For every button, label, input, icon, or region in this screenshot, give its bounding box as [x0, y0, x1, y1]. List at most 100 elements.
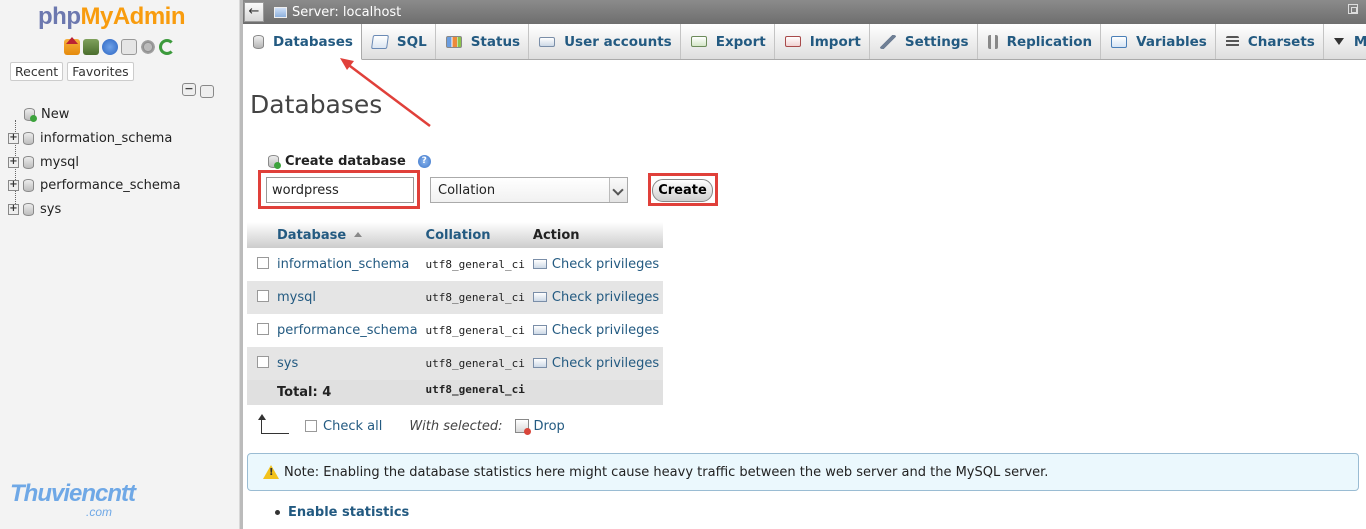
collation-value: utf8_general_ci	[425, 258, 525, 271]
watermark-domain: .com	[86, 505, 113, 519]
server-breadcrumb-bar: ← Server: localhost	[243, 0, 1366, 24]
tab-variables[interactable]: Variables	[1101, 24, 1216, 59]
database-link[interactable]: mysql	[277, 290, 316, 305]
help-icon[interactable]	[102, 39, 118, 55]
tab-export[interactable]: Export	[681, 24, 775, 59]
table-total-row: Total: 4 utf8_general_ci	[247, 380, 664, 405]
collation-value: utf8_general_ci	[425, 291, 525, 304]
maximize-icon[interactable]	[1348, 4, 1358, 14]
enable-statistics-link[interactable]: Enable statistics	[275, 505, 409, 520]
total-collation: utf8_general_ci	[425, 383, 525, 396]
check-privileges-link[interactable]: Check privileges	[532, 356, 659, 371]
users-icon	[539, 36, 556, 47]
total-count: Total: 4	[273, 380, 422, 405]
navigation-panel: phpMyAdmin Recent Favorites − New + info…	[0, 0, 240, 529]
row-checkbox[interactable]	[257, 355, 269, 368]
tab-settings[interactable]: Settings	[870, 24, 978, 59]
import-icon	[784, 36, 801, 47]
export-icon	[690, 36, 707, 47]
watermark: Thuviencntt	[10, 480, 136, 507]
row-checkbox[interactable]	[257, 256, 269, 269]
database-icon	[253, 34, 264, 49]
recent-favorites-tabs: Recent Favorites	[10, 62, 134, 81]
new-database-icon	[24, 107, 37, 122]
check-privileges-link[interactable]: Check privileges	[532, 290, 659, 305]
table-row: sys utf8_general_ci Check privileges	[247, 347, 664, 380]
privileges-icon	[532, 325, 547, 335]
collapse-nav-button[interactable]: ←	[244, 2, 264, 22]
recent-tab[interactable]: Recent	[10, 62, 64, 81]
tab-status[interactable]: Status	[436, 24, 530, 59]
panel-resizer[interactable]	[240, 0, 243, 529]
database-link[interactable]: sys	[277, 356, 298, 371]
tree-item-information-schema[interactable]: + information_schema	[8, 128, 172, 148]
sql-icon	[370, 34, 389, 49]
database-icon	[23, 178, 34, 192]
header-checkbox-cell	[247, 222, 273, 248]
wrench-icon	[879, 34, 896, 49]
check-all-label[interactable]: Check all	[323, 419, 382, 434]
favorites-tab[interactable]: Favorites	[67, 62, 134, 81]
statistics-notice: Note: Enabling the database statistics h…	[247, 453, 1359, 491]
tree-controls: −	[182, 83, 214, 98]
row-checkbox[interactable]	[257, 289, 269, 302]
database-icon	[23, 202, 34, 216]
create-database-heading: Create database ?	[268, 154, 431, 169]
tree-item-mysql[interactable]: + mysql	[8, 152, 79, 172]
tab-more[interactable]: More	[1324, 24, 1366, 59]
server-breadcrumb[interactable]: Server: localhost	[292, 5, 401, 20]
create-button[interactable]: Create	[652, 179, 713, 202]
documentation-icon[interactable]	[121, 39, 137, 55]
tree-item-label: New	[41, 106, 70, 122]
phpmyadmin-logo[interactable]: phpMyAdmin	[38, 3, 185, 31]
tab-databases[interactable]: Databases	[243, 24, 362, 60]
page-title: Databases	[250, 90, 383, 119]
row-checkbox[interactable]	[257, 322, 269, 335]
replication-icon	[987, 34, 998, 49]
drop-icon	[514, 419, 531, 435]
expand-icon[interactable]: +	[8, 132, 19, 144]
header-action: Action	[528, 222, 664, 248]
tree-item-performance-schema[interactable]: + performance_schema	[8, 175, 181, 195]
tree-item-sys[interactable]: + sys	[8, 199, 61, 219]
with-selected-label: With selected:	[409, 418, 503, 434]
sort-ascending-icon	[354, 231, 363, 237]
table-header-row: Database Collation Action	[247, 222, 664, 248]
database-icon	[23, 131, 34, 145]
tab-import[interactable]: Import	[775, 24, 870, 59]
database-icon	[23, 155, 34, 169]
tree-item-new[interactable]: New	[24, 104, 69, 124]
database-name-input[interactable]	[266, 177, 414, 203]
gear-icon[interactable]	[140, 39, 156, 55]
tree-item-label: information_schema	[40, 130, 173, 146]
home-icon[interactable]	[64, 37, 80, 55]
privileges-icon	[532, 358, 547, 368]
check-privileges-link[interactable]: Check privileges	[532, 257, 659, 272]
collation-value: utf8_general_ci	[425, 324, 525, 337]
header-collation[interactable]: Collation	[421, 222, 529, 248]
bullet-icon	[275, 510, 280, 515]
logout-icon[interactable]	[83, 39, 99, 55]
check-privileges-link[interactable]: Check privileges	[532, 323, 659, 338]
arrow-up-icon	[258, 414, 289, 434]
expand-icon[interactable]: +	[8, 179, 19, 191]
header-database[interactable]: Database	[273, 222, 422, 248]
reload-icon[interactable]	[159, 39, 175, 55]
tab-sql[interactable]: SQL	[362, 24, 436, 59]
tree-item-label: performance_schema	[40, 177, 181, 193]
new-database-icon	[268, 155, 281, 169]
database-link[interactable]: information_schema	[277, 257, 409, 272]
expand-icon[interactable]: +	[8, 156, 19, 168]
drop-button[interactable]: Drop	[534, 419, 565, 434]
chevron-down-icon	[609, 178, 627, 202]
check-all-checkbox[interactable]	[305, 420, 317, 432]
expand-icon[interactable]: +	[8, 203, 19, 215]
tab-user-accounts[interactable]: User accounts	[529, 24, 681, 59]
tab-charsets[interactable]: Charsets	[1216, 24, 1324, 59]
help-icon[interactable]: ?	[417, 155, 431, 168]
link-with-main-icon[interactable]	[200, 85, 214, 98]
collapse-all-icon[interactable]: −	[182, 83, 196, 96]
tab-replication[interactable]: Replication	[978, 24, 1102, 59]
collation-select[interactable]: Collation	[430, 177, 628, 203]
database-link[interactable]: performance_schema	[277, 323, 418, 338]
